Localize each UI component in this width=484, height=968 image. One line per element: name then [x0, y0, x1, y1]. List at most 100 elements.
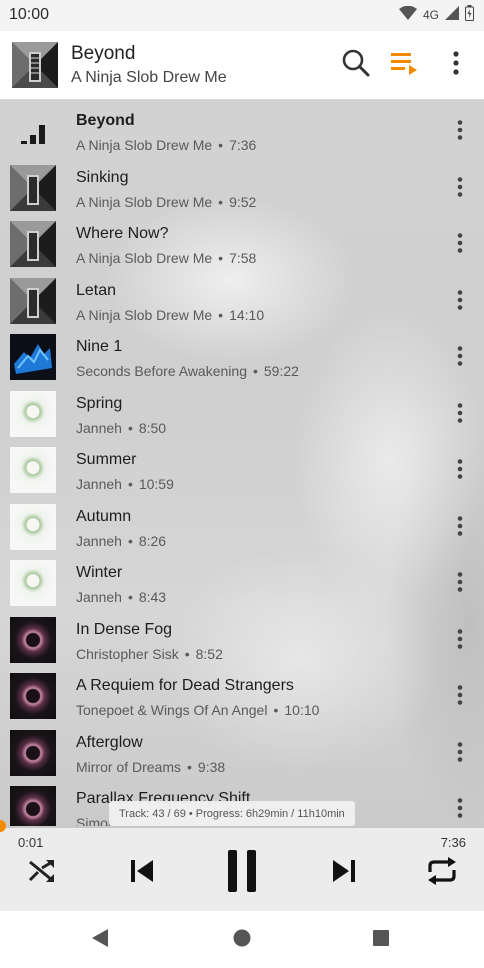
seek-bar[interactable]	[0, 820, 484, 832]
track-title: Nine 1	[76, 338, 123, 355]
back-button[interactable]	[88, 928, 112, 953]
repeat-icon	[426, 856, 458, 891]
track-artist: Janneh	[76, 589, 122, 605]
player-controls: 0:01 7:36	[0, 820, 484, 911]
track-row[interactable]: Winter Janneh • 8:43	[0, 556, 484, 612]
header-track-title: Beyond	[71, 43, 136, 64]
track-row-current[interactable]: Beyond A Ninja Slob Drew Me • 7:36	[0, 104, 484, 160]
more-vert-icon	[457, 345, 463, 371]
album-art	[10, 560, 56, 606]
back-triangle-icon	[90, 928, 110, 953]
status-time: 10:00	[9, 6, 50, 23]
repeat-button[interactable]	[422, 855, 462, 891]
track-more-button[interactable]	[448, 171, 472, 207]
track-artist: Mirror of Dreams	[76, 759, 182, 775]
track-duration: 9:52	[229, 194, 257, 210]
track-row[interactable]: Letan A Ninja Slob Drew Me • 14:10	[0, 274, 484, 330]
shuffle-button[interactable]	[24, 855, 60, 891]
track-artist: Janneh	[76, 420, 122, 436]
track-duration: 59:22	[263, 363, 299, 379]
track-row[interactable]: Sinking A Ninja Slob Drew Me • 9:52	[0, 161, 484, 217]
track-list[interactable]: Beyond A Ninja Slob Drew Me • 7:36 Sinking…	[0, 100, 484, 827]
skip-previous-icon	[129, 859, 155, 888]
elapsed-time: 0:01	[18, 835, 44, 850]
track-row[interactable]: Autumn Janneh • 8:26	[0, 500, 484, 556]
album-art	[10, 504, 56, 550]
total-duration: 7:36	[440, 835, 466, 850]
playlist-play-icon	[391, 50, 421, 81]
track-more-button[interactable]	[448, 679, 472, 715]
skip-next-icon	[331, 859, 357, 888]
track-row[interactable]: Where Now? A Ninja Slob Drew Me • 7:58	[0, 217, 484, 273]
track-row[interactable]: Spring Janneh • 8:50	[0, 387, 484, 443]
network-type: 4G	[422, 8, 439, 22]
track-more-button[interactable]	[448, 623, 472, 659]
album-art	[10, 334, 56, 380]
track-row[interactable]: Nine 1 Seconds Before Awakening • 59:22	[0, 330, 484, 386]
track-duration: 8:50	[138, 420, 167, 436]
track-duration: 10:10	[284, 702, 320, 718]
track-artist: Tonepoet & Wings Of An Angel	[76, 702, 268, 718]
pause-button[interactable]	[222, 849, 262, 897]
more-vert-icon	[457, 797, 463, 823]
track-title: In Dense Fog	[76, 621, 173, 638]
playlist-progress-tooltip: Track: 43 / 69 • Progress: 6h29min / 11h…	[109, 801, 355, 826]
track-more-button[interactable]	[448, 114, 472, 150]
home-button[interactable]	[230, 929, 254, 951]
track-title: Summer	[76, 451, 137, 468]
track-title: A Requiem for Dead Strangers	[76, 677, 294, 694]
more-vert-icon	[457, 628, 463, 654]
track-more-button[interactable]	[448, 566, 472, 602]
track-title: Afterglow	[76, 734, 143, 751]
track-more-button[interactable]	[448, 284, 472, 320]
track-more-button[interactable]	[448, 792, 472, 827]
track-title: Spring	[76, 395, 123, 412]
track-more-button[interactable]	[448, 736, 472, 772]
wifi-icon	[398, 5, 417, 25]
track-more-button[interactable]	[448, 340, 472, 376]
album-art	[10, 221, 56, 267]
track-row[interactable]: Afterglow Mirror of Dreams • 9:38	[0, 726, 484, 782]
more-vert-icon	[457, 289, 463, 315]
next-button[interactable]	[326, 855, 362, 891]
album-art	[10, 786, 56, 827]
header-album-art[interactable]	[12, 42, 58, 88]
more-vert-icon	[457, 119, 463, 145]
header-more-button[interactable]	[436, 45, 476, 85]
more-vert-icon	[457, 232, 463, 258]
track-title: Letan	[76, 282, 117, 299]
track-more-button[interactable]	[448, 397, 472, 433]
track-artist: Janneh	[76, 476, 122, 492]
header-artist: A Ninja Slob Drew Me	[71, 69, 227, 86]
track-more-button[interactable]	[448, 453, 472, 489]
signal-icon	[445, 5, 459, 25]
track-duration: 14:10	[229, 307, 265, 323]
track-duration: 10:59	[138, 476, 174, 492]
album-art	[10, 617, 56, 663]
track-duration: 7:58	[229, 250, 257, 266]
system-nav-bar	[0, 911, 484, 968]
track-more-button[interactable]	[448, 227, 472, 263]
track-row[interactable]: Summer Janneh • 10:59	[0, 443, 484, 499]
shuffle-icon	[28, 858, 56, 889]
track-title: Beyond	[76, 112, 135, 129]
track-duration: 8:52	[195, 646, 223, 662]
now-playing-header: Beyond A Ninja Slob Drew Me	[0, 31, 484, 100]
track-title: Autumn	[76, 508, 132, 525]
track-row[interactable]: A Requiem for Dead Strangers Tonepoet & …	[0, 669, 484, 725]
track-artist: A Ninja Slob Drew Me	[76, 194, 213, 210]
album-art	[10, 165, 56, 211]
track-row[interactable]: In Dense Fog Christopher Sisk • 8:52	[0, 613, 484, 669]
track-more-button[interactable]	[448, 510, 472, 546]
previous-button[interactable]	[124, 855, 160, 891]
recents-button[interactable]	[369, 929, 393, 951]
battery-icon	[465, 4, 474, 26]
more-vert-icon	[457, 571, 463, 597]
more-vert-icon	[457, 402, 463, 428]
album-art	[10, 391, 56, 437]
search-button[interactable]	[336, 45, 376, 85]
home-circle-icon	[232, 928, 252, 953]
more-vert-icon	[453, 50, 459, 80]
queue-button[interactable]	[386, 45, 426, 85]
track-duration: 8:43	[138, 589, 167, 605]
